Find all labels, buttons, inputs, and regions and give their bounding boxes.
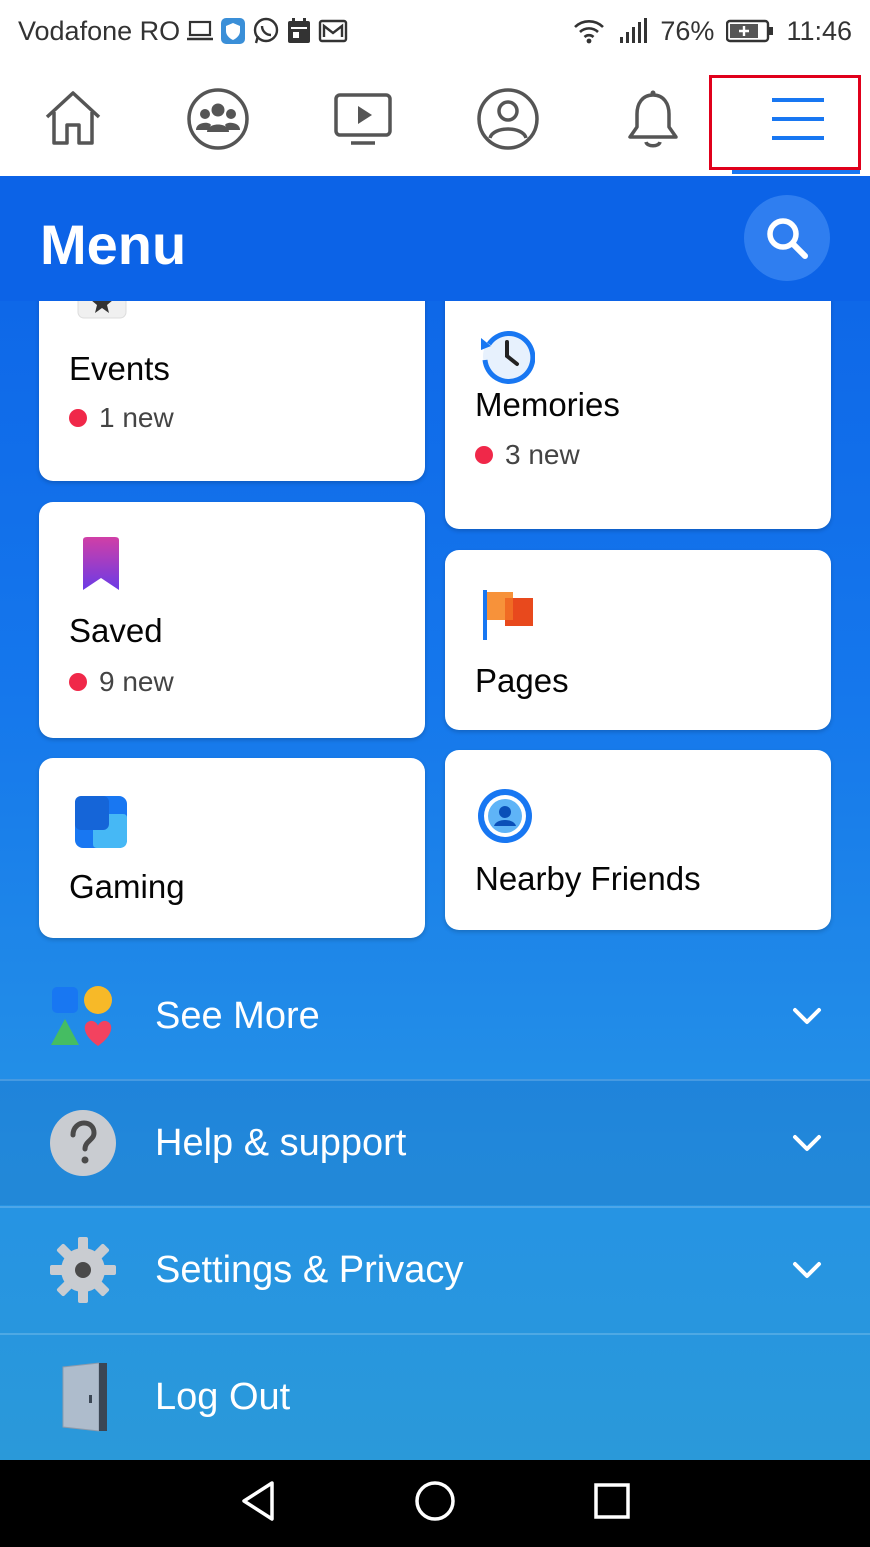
shortcut-nearby-friends[interactable]: Nearby Friends — [445, 750, 831, 930]
search-button[interactable] — [744, 195, 830, 281]
menu-title: Menu — [40, 213, 187, 276]
events-badge-text: 1 new — [99, 402, 174, 433]
active-tab-indicator — [732, 170, 860, 174]
battery-percent: 76% — [660, 15, 715, 46]
see-more-label: See More — [155, 994, 320, 1037]
shield-icon — [220, 17, 246, 45]
system-nav-bar — [0, 1460, 870, 1547]
menu-panel: Events 1 new Memories 3 new Saved 9 new — [0, 176, 870, 1460]
help-support-row[interactable]: Help & support — [0, 1079, 870, 1205]
gear-icon — [48, 1235, 118, 1305]
laptop-icon — [186, 19, 214, 43]
new-dot — [69, 673, 87, 691]
shortcut-memories[interactable]: Memories 3 new — [445, 284, 831, 529]
saved-badge: 9 new — [69, 666, 174, 698]
profile-icon — [476, 88, 539, 150]
memories-badge: 3 new — [475, 439, 580, 471]
search-icon — [767, 218, 808, 259]
status-bar: Vodafone RO 76% 11:46 — [0, 0, 870, 62]
highlight-annotation — [709, 75, 861, 170]
recents-nav-button[interactable] — [592, 1481, 632, 1526]
mail-icon — [318, 18, 348, 44]
events-label: Events — [69, 350, 170, 387]
new-dot — [69, 409, 87, 427]
gaming-icon — [73, 794, 129, 855]
carrier-name: Vodafone RO — [18, 15, 181, 46]
clock: 11:46 — [786, 15, 852, 46]
memories-label: Memories — [475, 386, 620, 423]
saved-badge-text: 9 new — [99, 666, 174, 697]
watch-icon — [333, 93, 392, 145]
battery-icon — [726, 19, 774, 43]
see-more-shapes-icon — [48, 981, 118, 1051]
see-more-row[interactable]: See More — [0, 953, 870, 1079]
memories-clock-icon — [475, 324, 536, 389]
door-icon — [48, 1362, 118, 1432]
shortcut-events[interactable]: Events 1 new — [39, 273, 425, 481]
events-badge: 1 new — [69, 402, 174, 434]
log-out-label: Log Out — [155, 1375, 291, 1418]
tab-groups[interactable] — [145, 62, 290, 176]
shortcut-saved[interactable]: Saved 9 new — [39, 502, 425, 738]
menu-header: Menu — [0, 176, 870, 301]
home-icon — [45, 91, 100, 145]
saved-bookmark-icon — [79, 536, 123, 599]
memories-badge-text: 3 new — [505, 439, 580, 470]
chevron-down-icon — [790, 1253, 824, 1287]
wifi-icon — [572, 17, 606, 45]
bell-icon — [627, 90, 678, 148]
home-circle-icon — [415, 1481, 455, 1521]
settings-privacy-row[interactable]: Settings & Privacy — [0, 1206, 870, 1332]
pages-label: Pages — [475, 662, 569, 699]
groups-icon — [186, 88, 249, 150]
whatsapp-icon — [252, 17, 280, 45]
chevron-down-icon — [790, 999, 824, 1033]
new-dot — [475, 446, 493, 464]
chevron-down-icon — [790, 1126, 824, 1160]
help-support-label: Help & support — [155, 1121, 407, 1164]
pages-flag-icon — [475, 586, 535, 647]
back-triangle-icon — [241, 1481, 274, 1521]
settings-privacy-label: Settings & Privacy — [155, 1248, 464, 1291]
recents-square-icon — [594, 1483, 631, 1519]
nearby-friends-icon — [475, 786, 535, 851]
calendar-icon — [286, 17, 312, 45]
nearby-friends-label: Nearby Friends — [475, 860, 701, 897]
saved-label: Saved — [69, 612, 163, 649]
tab-profile[interactable] — [435, 62, 580, 176]
tab-home[interactable] — [0, 62, 145, 176]
shortcut-gaming[interactable]: Gaming — [39, 758, 425, 938]
home-nav-button[interactable] — [413, 1479, 457, 1528]
tab-watch[interactable] — [290, 62, 435, 176]
help-question-icon — [48, 1108, 118, 1178]
back-nav-button[interactable] — [238, 1479, 278, 1528]
gaming-label: Gaming — [69, 868, 185, 905]
shortcut-pages[interactable]: Pages — [445, 550, 831, 730]
signal-icon — [618, 17, 648, 45]
log-out-row[interactable]: Log Out — [0, 1333, 870, 1459]
tab-notifications[interactable] — [580, 62, 725, 176]
